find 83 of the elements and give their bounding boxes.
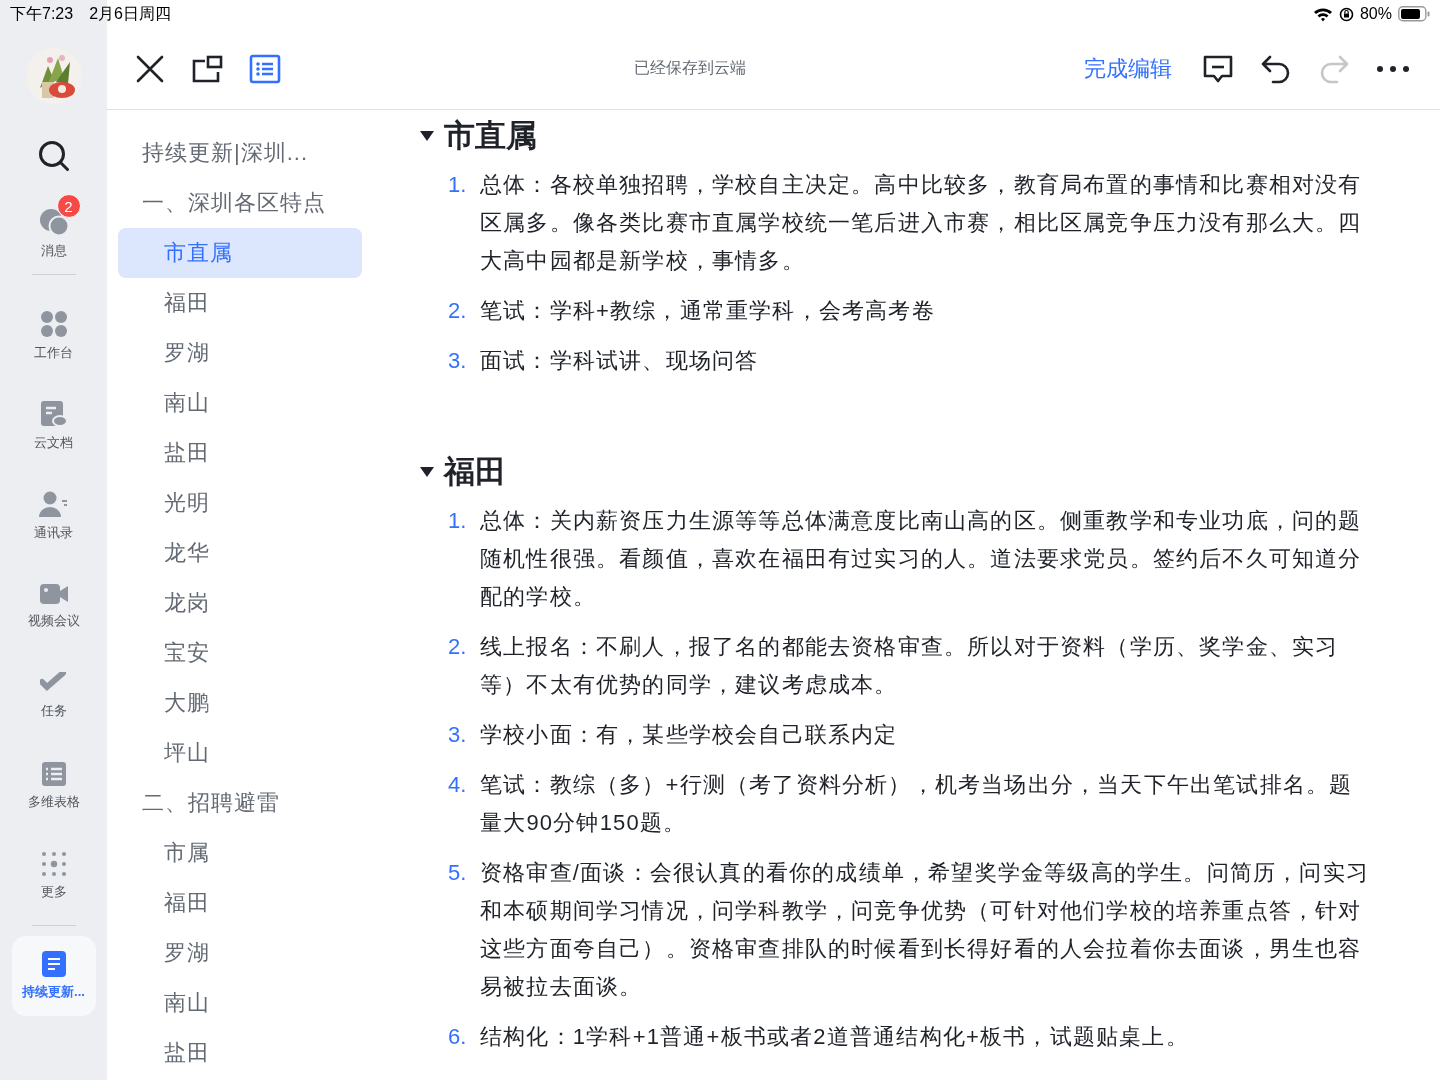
section-heading: 福田 [444,453,506,491]
comment-icon [1202,53,1234,84]
done-editing-button[interactable]: 完成编辑 [1078,47,1178,90]
window-icon [191,54,223,83]
table-icon [40,761,67,787]
list-number: 1. [448,507,468,535]
outline-item[interactable]: 福田 [118,278,362,328]
outline-item[interactable]: 盐田 [118,1028,362,1078]
list-text: 笔试：教综（多）+行测（考了资料分析），机考当场出分，当天下午出笔试排名。题量大90分钟150题。 [480,771,1354,837]
rail-label: 更多 [40,883,67,901]
more-icon [1376,64,1410,73]
outline-item[interactable]: 龙岗 [118,578,362,628]
redo-icon [1318,53,1350,84]
list-number: 3. [448,347,468,375]
outline-item[interactable]: 宝安 [118,628,362,678]
outline-item[interactable]: 光明 [118,478,362,528]
rail-item[interactable]: 视频会议 [11,561,96,651]
outline-item[interactable]: 盐田 [118,428,362,478]
outline-item[interactable]: 市直属 [118,228,362,278]
outline-item[interactable]: 罗湖 [118,328,362,378]
outline-item[interactable]: 一、深圳各区特点 [118,178,362,228]
list-number: 4. [448,771,468,799]
list-number: 3. [448,721,468,749]
list-text: 线上报名：不刷人，报了名的都能去资格审查。所以对于资料（学历、奖学金、实习等）不太有优势的同学，建议考虑成本。 [480,633,1340,699]
rail-label: 任务 [40,702,67,720]
rail-label: 消息 [40,242,67,260]
list-number: 5. [448,859,468,887]
undo-icon [1260,53,1292,84]
rail-item[interactable]: 更多 [11,831,96,921]
outline-item[interactable]: 龙华 [118,528,362,578]
outline-item[interactable]: 大鹏 [118,678,362,728]
video-camera-icon [38,582,69,606]
rail-item[interactable]: 持续更新... [11,936,96,1016]
rail-label: 云文档 [34,434,73,452]
contacts-icon [38,490,69,518]
rail-label: 视频会议 [27,612,80,630]
rail-label: 工作台 [34,344,73,362]
rail-item[interactable]: 工作台 [11,291,96,381]
list-text: 总体：各校单独招聘，学校自主决定。高中比较多，教育局布置的事情和比赛相对没有区属多。像各类比赛市直属学校统一笔后进入市赛，相比区属竞争压力没有那么大。四大高中园都是新学校，事情多。 [480,171,1363,275]
battery-percent: 80% [1359,5,1392,23]
list-number: 2. [448,633,468,661]
outline-item[interactable]: 南山 [118,978,362,1028]
save-status: 已经保存到云端 [632,58,747,78]
close-icon [135,53,165,84]
collapse-triangle-icon[interactable] [420,130,434,142]
list-text: 面试：学科试讲、现场问答 [480,347,760,375]
document-cloud-icon [39,400,68,428]
rail-item[interactable]: 云文档 [11,381,96,471]
grid-icon [39,310,68,338]
outline-item[interactable]: 市属 [118,828,362,878]
list-icon [249,53,281,84]
search-icon[interactable] [36,139,71,173]
list-text: 学校小面：有，某些学校会自己联系内定 [480,721,899,749]
wifi-icon [1312,6,1333,22]
outline-item[interactable]: 二、招聘避雷 [118,778,362,828]
list-number: 6. [448,1023,468,1051]
list-text: 资格审查/面谈：会很认真的看你的成绩单，希望奖学金等级高的学生。问简历，问实习和本硕期间学习情况，问学科教学，问竞争优势（可针对他们学校的培养重点答，针对这些方面夸自己）。资格审查排队的时候看到长得好看的人会拉着你去面谈，男生也容易被拉去面谈。 [480,859,1370,1001]
list-number: 2. [448,297,468,325]
section-heading: 市直属 [444,117,537,155]
list-text: 总体：关内薪资压力生源等等总体满意度比南山高的区。侧重教学和专业功底，问的题随机性很强。看颜值，喜欢在福田有过实习的人。道法要求党员。签约后不久可知道分配的学校。 [480,507,1363,611]
rail-item[interactable]: 多维表格 [11,741,96,831]
list-number: 1. [448,171,468,199]
status-time: 下午7:23 [10,3,74,24]
more-dots-icon [40,851,67,877]
outline-item[interactable]: 罗湖 [118,928,362,978]
unread-badge: 2 [56,194,81,218]
list-text: 结构化：1学科+1普通+板书或者2道普通结构化+板书，试题贴桌上。 [480,1023,1190,1051]
rail-item[interactable]: 通讯录 [11,471,96,561]
outline-item[interactable]: 坪山 [118,728,362,778]
rail-label: 多维表格 [27,793,80,811]
status-date: 2月6日周四 [89,3,171,24]
document-icon [41,951,66,977]
collapse-triangle-icon[interactable] [420,466,434,478]
battery-icon [1398,6,1430,22]
rail-item[interactable]: 2 消息 [11,194,96,274]
outline-item[interactable]: 南山 [118,378,362,428]
outline-item[interactable]: 福田 [118,878,362,928]
rail-item[interactable]: 任务 [11,651,96,741]
list-text: 笔试：学科+教综，通常重学科，会考高考卷 [480,297,936,325]
rail-label: 持续更新... [22,983,85,1001]
outline-item[interactable]: 持续更新|深圳... [118,128,362,178]
rotation-lock-icon [1338,6,1354,22]
rail-label: 通讯录 [34,524,73,542]
